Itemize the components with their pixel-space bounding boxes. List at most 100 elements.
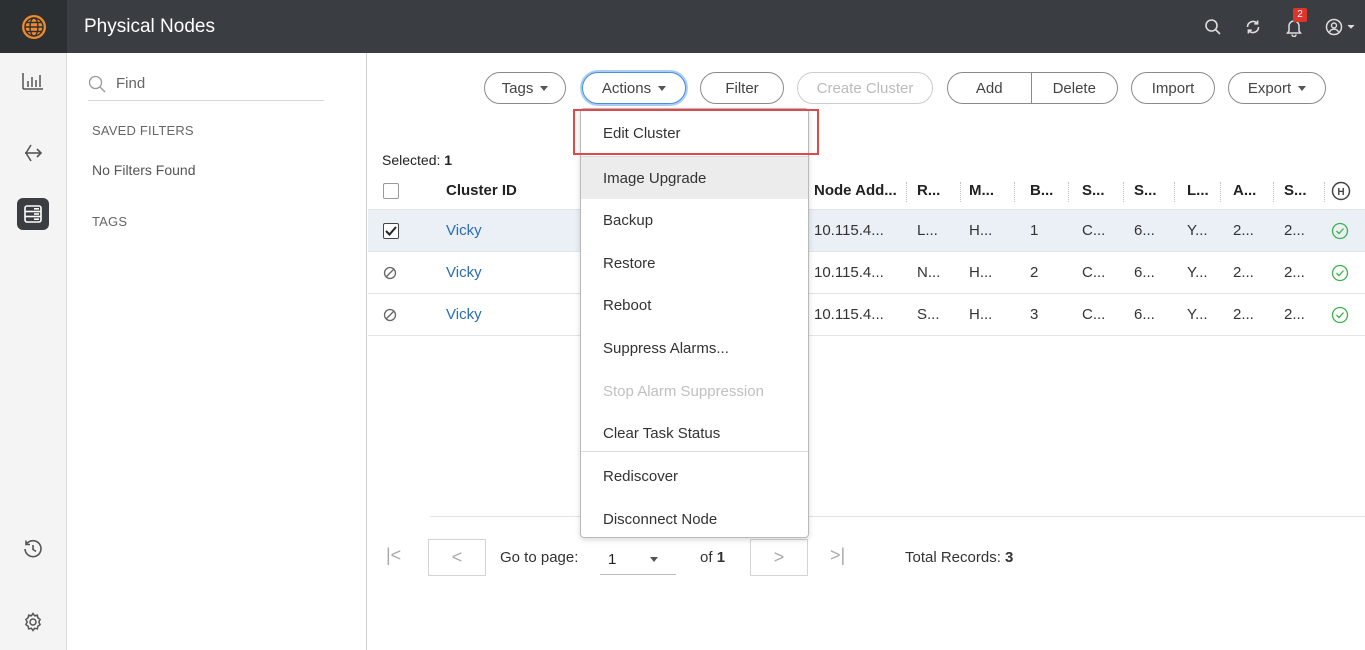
cluster-id-link[interactable]: Vicky: [446, 252, 482, 293]
of-pages: of 1: [700, 549, 725, 566]
caret-down-icon: [540, 85, 549, 91]
column-header[interactable]: Cluster ID: [446, 172, 517, 209]
page-select[interactable]: 1: [600, 545, 676, 575]
table-cell: 6...: [1134, 306, 1155, 323]
table-cell: 1: [1030, 222, 1039, 239]
check-circle-icon: [1331, 222, 1349, 239]
add-delete-group: Add Delete: [947, 72, 1118, 104]
chevron-right-icon: >: [773, 547, 785, 567]
nav-settings[interactable]: [17, 606, 49, 638]
table-cell: H...: [969, 306, 993, 323]
svg-text:H: H: [1337, 187, 1344, 198]
row-checkbox[interactable]: [383, 222, 399, 239]
select-all-checkbox[interactable]: [383, 182, 399, 199]
app-logo[interactable]: [0, 0, 67, 53]
column-header[interactable]: S...: [1134, 172, 1157, 209]
notifications-button[interactable]: 2: [1273, 0, 1315, 53]
table-cell: Y...: [1187, 264, 1208, 281]
node-address-cell: 10.115.4...: [814, 306, 884, 323]
menu-item-clear-task-status[interactable]: Clear Task Status: [581, 412, 808, 454]
menu-item-reboot[interactable]: Reboot: [581, 284, 808, 326]
refresh-button[interactable]: [1233, 0, 1273, 53]
caret-down-icon: [1298, 85, 1307, 91]
first-page-button[interactable]: |<: [386, 545, 401, 566]
export-button[interactable]: Export: [1228, 72, 1326, 104]
column-header[interactable]: B...: [1030, 172, 1053, 209]
table-cell: L...: [917, 222, 938, 239]
filter-button-label: Filter: [725, 79, 759, 97]
menu-item-disconnect-node[interactable]: Disconnect Node: [581, 498, 808, 540]
import-button-label: Import: [1151, 79, 1195, 97]
top-bar: Physical Nodes 2: [0, 0, 1365, 53]
disabled-circle-icon: [383, 266, 397, 279]
delete-button[interactable]: Delete: [1032, 73, 1117, 103]
search-button[interactable]: [1193, 0, 1233, 53]
nav-dashboard[interactable]: [17, 65, 49, 97]
menu-item-image-upgrade[interactable]: Image Upgrade: [581, 157, 808, 199]
chevron-down-icon: [1347, 24, 1355, 29]
tags-heading: TAGS: [92, 214, 128, 229]
table-cell: Y...: [1187, 222, 1208, 239]
history-icon: [24, 539, 42, 558]
saved-filters-heading: SAVED FILTERS: [92, 123, 194, 138]
nav-history[interactable]: [17, 533, 49, 565]
cluster-id-link[interactable]: Vicky: [446, 210, 482, 251]
gear-icon: [24, 612, 42, 632]
table-row[interactable]: Vicky 10.115.4... L... H... 1 C... 6... Y... 2..…: [368, 210, 1365, 252]
network-arrows-icon: [25, 144, 43, 162]
table-cell: 3: [1030, 306, 1039, 323]
import-button[interactable]: Import: [1131, 72, 1215, 104]
column-header[interactable]: R...: [917, 172, 940, 209]
user-icon: [1325, 18, 1343, 35]
table-cell: S...: [917, 306, 940, 323]
caret-down-icon: [658, 85, 667, 91]
nav-topology[interactable]: [17, 137, 49, 169]
column-header[interactable]: Node Add...: [814, 172, 897, 209]
table-cell: Y...: [1187, 306, 1208, 323]
menu-item-rediscover[interactable]: Rediscover: [581, 455, 808, 497]
page-select-value: 1: [608, 551, 617, 568]
node-address-cell: 10.115.4...: [814, 222, 884, 239]
table-row[interactable]: Vicky 10.115.4... S... H... 3 C... 6... Y... 2..…: [368, 294, 1365, 336]
find-placeholder: Find: [116, 75, 146, 92]
column-header[interactable]: M...: [969, 172, 994, 209]
user-menu-button[interactable]: [1315, 0, 1365, 53]
add-button[interactable]: Add: [948, 73, 1032, 103]
next-page-button[interactable]: >: [750, 539, 808, 576]
table-cell: 6...: [1134, 264, 1155, 281]
table-row[interactable]: Vicky 10.115.4... N... H... 2 C... 6... Y... 2..…: [368, 252, 1365, 294]
checkmark-icon: [385, 225, 397, 236]
node-address-cell: 10.115.4...: [814, 264, 884, 281]
selected-count: Selected: 1: [382, 152, 452, 168]
column-header[interactable]: A...: [1233, 172, 1256, 209]
caret-down-icon: [650, 557, 659, 562]
prev-page-button[interactable]: <: [428, 539, 486, 576]
actions-button-label: Actions: [601, 79, 652, 97]
check-circle-icon: [1331, 306, 1349, 323]
check-circle-icon: [1331, 264, 1349, 281]
find-input[interactable]: Find: [88, 67, 324, 101]
column-header[interactable]: S...: [1284, 172, 1307, 209]
menu-item-suppress-alarms[interactable]: Suppress Alarms...: [581, 327, 808, 369]
table-cell: H...: [969, 222, 993, 239]
column-header[interactable]: S...: [1082, 172, 1105, 209]
menu-item-backup[interactable]: Backup: [581, 199, 808, 241]
row-disabled-marker: [383, 252, 397, 293]
export-button-label: Export: [1247, 79, 1292, 97]
tags-button[interactable]: Tags: [484, 72, 566, 104]
health-column-header[interactable]: H: [1331, 172, 1351, 209]
create-cluster-button-label: Create Cluster: [816, 79, 914, 97]
menu-item-stop-alarm-suppression: Stop Alarm Suppression: [603, 382, 764, 400]
menu-item-restore[interactable]: Restore: [581, 242, 808, 284]
create-cluster-button[interactable]: Create Cluster: [797, 72, 933, 104]
cluster-id-link[interactable]: Vicky: [446, 294, 482, 335]
pager-divider: [430, 516, 1365, 517]
selected-label: Selected:: [382, 152, 445, 168]
filter-button[interactable]: Filter: [700, 72, 784, 104]
row-disabled-marker: [383, 294, 397, 335]
nav-physical-nodes[interactable]: [17, 198, 49, 230]
actions-button[interactable]: Actions: [582, 72, 686, 104]
last-page-button[interactable]: >|: [830, 545, 845, 566]
table-cell: H...: [969, 264, 993, 281]
column-header[interactable]: L...: [1187, 172, 1209, 209]
